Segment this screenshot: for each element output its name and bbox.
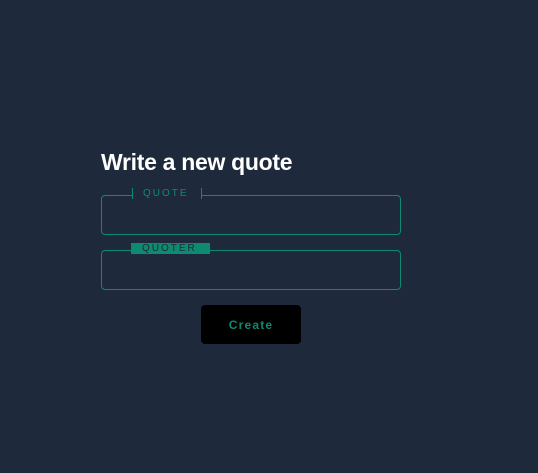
- page-title: Write a new quote: [101, 149, 293, 175]
- quoter-field[interactable]: QUOTER: [101, 243, 401, 290]
- quoter-input[interactable]: [102, 251, 400, 289]
- quote-field[interactable]: QUOTE: [101, 188, 401, 235]
- create-button[interactable]: Create: [201, 305, 301, 344]
- quote-input[interactable]: [102, 196, 400, 234]
